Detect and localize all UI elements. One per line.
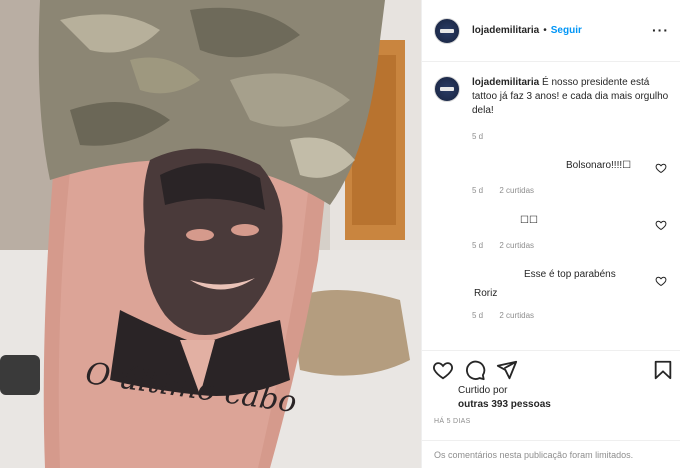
post-header: lojademilitaria • Seguir ··· bbox=[422, 0, 680, 62]
tattoo-leg-photo: O último cabo bbox=[0, 0, 421, 468]
post-timestamp: HÁ 5 DIAS bbox=[434, 418, 471, 425]
likes-count-link[interactable]: outras 393 pessoas bbox=[458, 398, 551, 412]
heart-icon[interactable] bbox=[432, 359, 454, 381]
avatar[interactable] bbox=[434, 17, 460, 44]
comment-text-line2: Roriz bbox=[474, 288, 498, 299]
caption: lojademilitaria É nosso presidente está … bbox=[434, 76, 674, 118]
likes-summary: Curtido por outras 393 pessoas bbox=[458, 384, 551, 412]
share-icon[interactable] bbox=[496, 359, 518, 381]
heart-icon[interactable] bbox=[655, 275, 667, 287]
caption-username[interactable]: lojademilitaria bbox=[472, 77, 539, 88]
follow-button[interactable]: Seguir bbox=[551, 25, 582, 36]
heart-icon[interactable] bbox=[655, 162, 667, 174]
comment-time: 5 d bbox=[472, 241, 484, 250]
comment-time: 5 d bbox=[472, 186, 484, 195]
comment-likes[interactable]: 2 curtidas bbox=[499, 186, 534, 195]
comment-text: ☐☐ bbox=[520, 215, 538, 226]
separator-dot: • bbox=[543, 25, 547, 36]
username-link[interactable]: lojademilitaria bbox=[472, 25, 539, 36]
comment-likes[interactable]: 2 curtidas bbox=[499, 241, 534, 250]
comment-time: 5 d bbox=[472, 311, 484, 320]
comments-limited-notice: Os comentários nesta publicação foram li… bbox=[422, 440, 680, 468]
caption-time: 5 d bbox=[472, 132, 484, 141]
avatar[interactable] bbox=[434, 76, 460, 102]
post-side-panel: lojademilitaria • Seguir ··· lojademilit… bbox=[421, 0, 680, 468]
heart-icon[interactable] bbox=[655, 219, 667, 231]
comments-list[interactable]: lojademilitaria É nosso presidente está … bbox=[422, 62, 680, 350]
comment-likes[interactable]: 2 curtidas bbox=[499, 311, 534, 320]
more-icon[interactable]: ··· bbox=[652, 22, 669, 38]
post-photo: O último cabo bbox=[0, 0, 421, 468]
comment-icon[interactable] bbox=[464, 359, 486, 381]
comment-text: Esse é top parabéns bbox=[524, 269, 616, 280]
bookmark-icon[interactable] bbox=[652, 359, 674, 381]
liked-by-label: Curtido por bbox=[458, 385, 508, 396]
comment-text: Bolsonaro!!!!☐ bbox=[566, 160, 632, 171]
